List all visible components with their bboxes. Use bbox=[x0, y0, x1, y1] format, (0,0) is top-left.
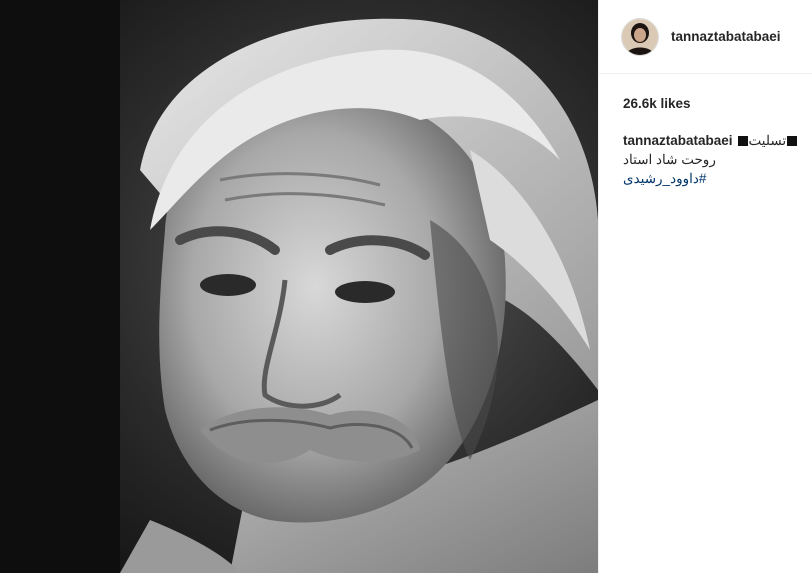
caption-hashtag-row: #داوود_رشیدی bbox=[623, 169, 804, 188]
username-link[interactable]: tannaztabatabaei bbox=[671, 29, 781, 44]
post-caption: tannaztabatabaei تسلیت روحت شاد استاد #د… bbox=[599, 111, 812, 188]
likes-count[interactable]: 26.6k likes bbox=[599, 74, 812, 111]
caption-line2: روحت شاد استاد bbox=[623, 150, 804, 169]
post-header: tannaztabatabaei bbox=[599, 0, 812, 74]
black-square-icon bbox=[787, 135, 798, 146]
black-square-icon bbox=[737, 135, 748, 146]
avatar-icon bbox=[622, 18, 658, 55]
caption-word: تسلیت bbox=[748, 133, 787, 148]
avatar[interactable] bbox=[621, 17, 659, 56]
hashtag-link[interactable]: #داوود_رشیدی bbox=[623, 169, 706, 188]
post-photo[interactable] bbox=[0, 0, 598, 573]
caption-username-link[interactable]: tannaztabatabaei bbox=[623, 131, 733, 150]
portrait-image bbox=[0, 0, 598, 573]
caption-line2-text: روحت شاد استاد bbox=[623, 152, 716, 167]
caption-first-line: tannaztabatabaei تسلیت bbox=[623, 131, 804, 150]
post-sidebar: tannaztabatabaei 26.6k likes tannaztabat… bbox=[598, 0, 812, 573]
